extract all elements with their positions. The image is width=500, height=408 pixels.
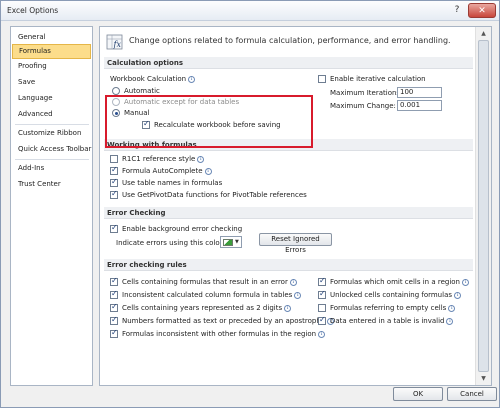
info-icon: i (462, 278, 469, 286)
section-error-checking-rules: Error checking rules (104, 259, 473, 271)
ok-button[interactable]: OK (393, 387, 443, 401)
background-error-checking-checkbox[interactable] (110, 223, 118, 233)
getpivotdata-label: Use GetPivotData functions for PivotTabl… (122, 191, 307, 199)
rule-inconsistent-column-text: Inconsistent calculated column formula i… (122, 291, 293, 299)
rule-omit-cells-text: Formulas which omit cells in a region (330, 278, 460, 286)
close-button[interactable]: ✕ (468, 3, 496, 18)
max-change-input[interactable]: 0.001 (397, 100, 442, 111)
rule-empty-cells-text: Formulas referring to empty cells (330, 304, 447, 312)
background-error-checking-label: Enable background error checking (122, 225, 243, 233)
rule-omit-cells-checkbox[interactable] (318, 276, 326, 286)
rule-inconsistent-region-label: Formulas inconsistent with other formula… (122, 330, 326, 338)
scroll-down-icon[interactable]: ▼ (478, 373, 489, 384)
window-title: Excel Options (7, 6, 59, 15)
highlight-annotation-box (105, 95, 313, 148)
r1c1-reference-label: R1C1 reference style i (122, 155, 205, 163)
title-bar: Excel Options ? ✕ (1, 1, 499, 21)
iterative-calculation-label: Enable iterative calculation (330, 75, 426, 83)
info-icon: i (446, 317, 454, 325)
paint-bucket-icon (223, 239, 233, 246)
workbook-calculation-text: Workbook Calculation (110, 75, 187, 83)
rule-numbers-as-text-checkbox[interactable] (110, 315, 118, 325)
section-error-checking: Error Checking (104, 207, 473, 219)
rule-formulas-error-label: Cells containing formulas that result in… (122, 278, 297, 286)
rule-two-digit-years-text: Cells containing years represented as 2 … (122, 304, 283, 312)
rule-numbers-as-text-text: Numbers formatted as text or preceded by… (122, 317, 326, 325)
info-icon: i (284, 304, 292, 312)
radio-automatic[interactable] (112, 87, 120, 95)
info-icon: i (294, 291, 302, 299)
info-icon: i (454, 291, 462, 299)
info-icon: i (197, 155, 205, 163)
max-change-label: Maximum Change: (330, 102, 396, 110)
scroll-thumb[interactable] (478, 40, 489, 372)
excel-options-window: Excel Options ? ✕ General Formulas Proof… (0, 0, 500, 408)
options-sidebar: General Formulas Proofing Save Language … (10, 26, 93, 386)
table-names-checkbox[interactable] (110, 177, 118, 187)
rule-unlocked-cells-text: Unlocked cells containing formulas (330, 291, 453, 299)
formula-autocomplete-text: Formula AutoComplete (122, 167, 203, 175)
formula-autocomplete-checkbox[interactable] (110, 165, 118, 175)
sidebar-item-general[interactable]: General (12, 30, 91, 45)
sidebar-item-trust-center[interactable]: Trust Center (12, 177, 91, 192)
cancel-button[interactable]: Cancel (447, 387, 497, 401)
sidebar-divider (15, 124, 89, 125)
rule-inconsistent-region-checkbox[interactable] (110, 328, 118, 338)
rule-formulas-error-checkbox[interactable] (110, 276, 118, 286)
sidebar-item-language[interactable]: Language (12, 91, 91, 106)
rule-empty-cells-label: Formulas referring to empty cells i (330, 304, 456, 312)
sidebar-item-save[interactable]: Save (12, 75, 91, 90)
rule-numbers-as-text-label: Numbers formatted as text or preceded by… (122, 317, 335, 325)
workbook-calculation-label: Workbook Calculation i (110, 75, 196, 83)
rule-omit-cells-label: Formulas which omit cells in a region i (330, 278, 469, 286)
chevron-down-icon: ▼ (235, 239, 239, 245)
vertical-scrollbar[interactable]: ▲ ▼ (475, 27, 491, 385)
formula-autocomplete-label: Formula AutoComplete i (122, 167, 212, 175)
formula-fx-icon: fx (106, 34, 123, 50)
getpivotdata-checkbox[interactable] (110, 189, 118, 199)
iterative-calculation-checkbox[interactable] (318, 75, 326, 83)
rule-inconsistent-column-label: Inconsistent calculated column formula i… (122, 291, 302, 299)
rule-empty-cells-checkbox[interactable] (318, 304, 326, 312)
scroll-up-icon[interactable]: ▲ (478, 28, 489, 39)
r1c1-reference-text: R1C1 reference style (122, 155, 196, 163)
reset-ignored-errors-button[interactable]: Reset Ignored Errors (259, 233, 332, 254)
max-iterations-spinner[interactable]: 100 (397, 87, 442, 98)
rule-unlocked-cells-checkbox[interactable] (318, 289, 326, 299)
indicate-errors-label: Indicate errors using this color: (116, 239, 225, 247)
rule-formulas-error-text: Cells containing formulas that result in… (122, 278, 288, 286)
info-icon: i (204, 167, 212, 175)
help-button[interactable]: ? (448, 3, 466, 18)
sidebar-item-advanced[interactable]: Advanced (12, 107, 91, 122)
sidebar-item-customize-ribbon[interactable]: Customize Ribbon (12, 126, 91, 141)
max-iterations-label: Maximum Iterations: (330, 89, 403, 97)
svg-text:fx: fx (113, 40, 122, 49)
rule-inconsistent-column-checkbox[interactable] (110, 289, 118, 299)
rule-unlocked-cells-label: Unlocked cells containing formulas i (330, 291, 462, 299)
info-icon: i (289, 278, 297, 286)
info-icon: i (188, 75, 196, 83)
intro-description: Change options related to formula calcul… (129, 36, 451, 45)
r1c1-reference-checkbox[interactable] (110, 155, 118, 163)
rule-inconsistent-region-text: Formulas inconsistent with other formula… (122, 330, 317, 338)
section-calculation-options: Calculation options (104, 57, 473, 69)
options-main-panel: fx Change options related to formula cal… (99, 26, 492, 386)
rule-two-digit-years-label: Cells containing years represented as 2 … (122, 304, 292, 312)
radio-automatic-label: Automatic (124, 87, 160, 95)
sidebar-item-formulas[interactable]: Formulas (12, 44, 91, 59)
rule-table-invalid-checkbox[interactable] (318, 315, 326, 325)
rule-table-invalid-label: Data entered in a table is invalid i (330, 317, 454, 325)
info-icon: i (318, 330, 326, 338)
info-icon: i (448, 304, 456, 312)
rule-table-invalid-text: Data entered in a table is invalid (330, 317, 445, 325)
sidebar-item-add-ins[interactable]: Add-Ins (12, 161, 91, 176)
rule-two-digit-years-checkbox[interactable] (110, 302, 118, 312)
sidebar-item-proofing[interactable]: Proofing (12, 59, 91, 74)
error-color-picker[interactable]: ▼ (220, 236, 242, 248)
sidebar-divider (15, 159, 89, 160)
sidebar-item-quick-access-toolbar[interactable]: Quick Access Toolbar (12, 142, 91, 157)
table-names-label: Use table names in formulas (122, 179, 223, 187)
